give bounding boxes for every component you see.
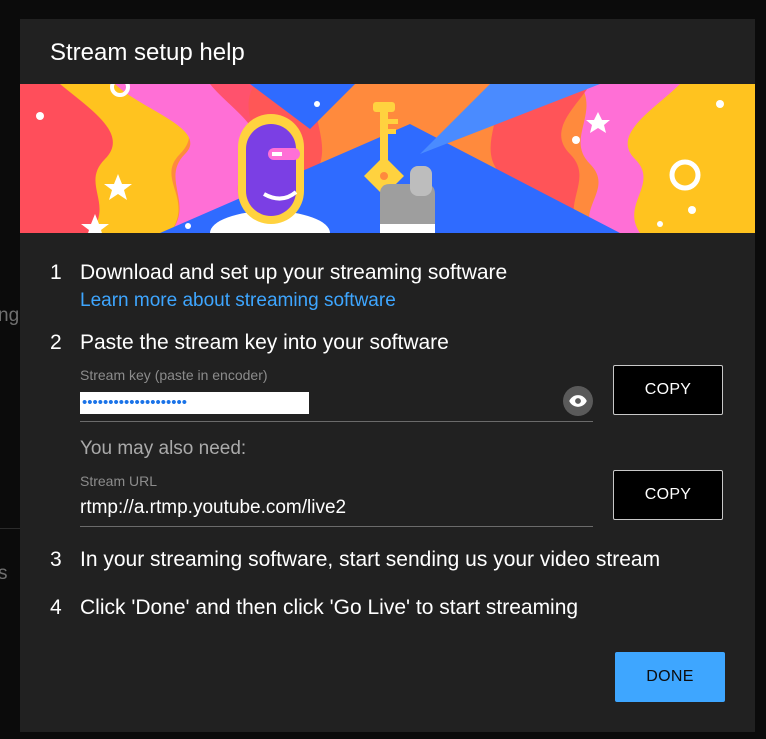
step-4-number: 4 xyxy=(50,596,62,619)
dialog-title: Stream setup help xyxy=(50,39,245,66)
step-1-number: 1 xyxy=(50,261,62,284)
stream-setup-dialog: Stream setup help 1 Download and set up … xyxy=(20,19,755,732)
stream-url-underline xyxy=(80,526,593,527)
stream-url-field[interactable]: rtmp://a.rtmp.youtube.com/live2 xyxy=(80,497,346,519)
stream-key-underline xyxy=(80,421,593,422)
background-fragment: ng xyxy=(0,305,20,326)
step-4-text: Click 'Done' and then click 'Go Live' to… xyxy=(80,596,579,619)
copy-stream-url-button[interactable]: COPY xyxy=(613,470,723,520)
step-2-text: Paste the stream key into your software xyxy=(80,331,449,354)
stream-key-field[interactable]: •••••••••••••••••••• xyxy=(80,392,309,414)
eye-icon[interactable] xyxy=(563,386,593,416)
eye-glyph xyxy=(569,395,587,407)
step-3-text: In your streaming software, start sendin… xyxy=(80,548,661,571)
copy-stream-key-button[interactable]: COPY xyxy=(613,365,723,415)
background-divider xyxy=(0,528,20,529)
learn-more-link[interactable]: Learn more about streaming software xyxy=(80,290,396,312)
done-button[interactable]: DONE xyxy=(615,652,725,702)
stream-url-label: Stream URL xyxy=(80,473,158,489)
step-2-number: 2 xyxy=(50,331,62,354)
background-fragment: s xyxy=(0,563,8,584)
step-3-number: 3 xyxy=(50,548,62,571)
stream-key-label: Stream key (paste in encoder) xyxy=(80,367,268,383)
stream-key-illustration xyxy=(20,84,755,233)
step-1-text: Download and set up your streaming softw… xyxy=(80,261,508,284)
illustration-banner xyxy=(20,84,755,233)
also-need-text: You may also need: xyxy=(80,438,247,459)
